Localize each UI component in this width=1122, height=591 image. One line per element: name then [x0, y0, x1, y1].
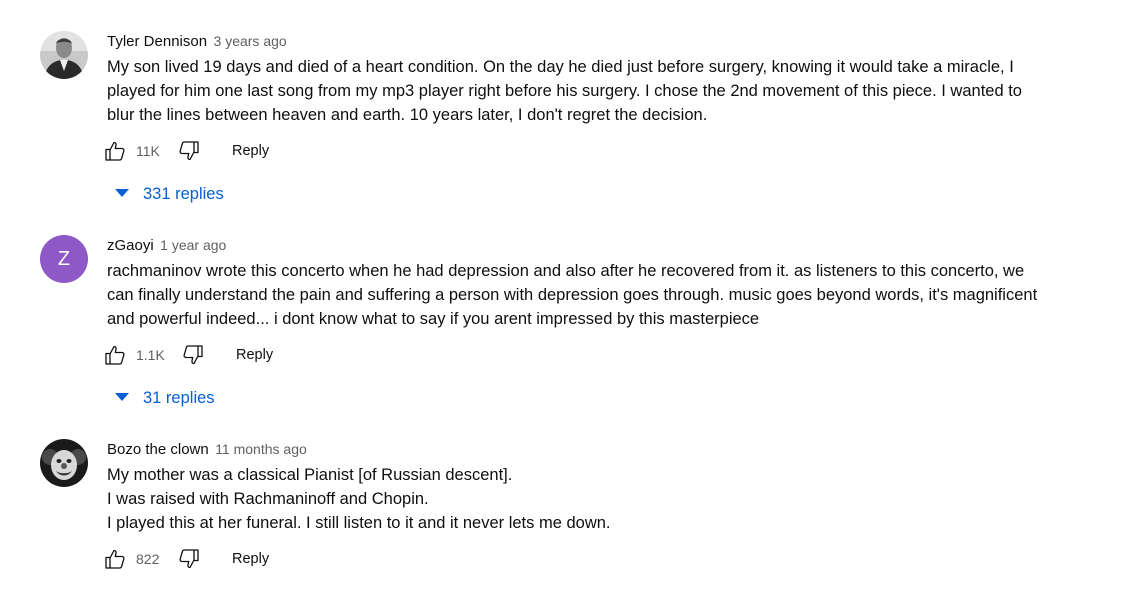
like-button[interactable]: [103, 343, 127, 367]
thumbs-down-icon: [183, 345, 203, 365]
comment-line: I played this at her funeral. I still li…: [107, 514, 611, 532]
comment-text: rachmaninov wrote this concerto when he …: [107, 259, 1097, 331]
thumbs-up-icon: [105, 345, 125, 365]
avatar[interactable]: Z: [40, 235, 88, 283]
reply-button[interactable]: Reply: [232, 547, 269, 571]
comment-content: Tyler Dennison 3 years ago My son lived …: [105, 31, 1097, 163]
comment-content: Bozo the clown 11 months ago My mother w…: [105, 439, 1097, 571]
comment-line: played for him one last song from my mp3…: [107, 82, 1022, 100]
comment-line: My son lived 19 days and died of a heart…: [107, 58, 1014, 76]
avatar[interactable]: [40, 439, 88, 487]
replies-count: 331 replies: [143, 185, 224, 203]
comment-timestamp[interactable]: 1 year ago: [160, 237, 226, 253]
author-name[interactable]: Bozo the clown: [107, 441, 209, 458]
like-button[interactable]: [103, 139, 127, 163]
comment-line: can finally understand the pain and suff…: [107, 286, 1038, 304]
clown-photo-avatar-icon: [40, 439, 88, 487]
thumbs-down-icon: [179, 549, 199, 569]
view-replies-button[interactable]: 331 replies: [115, 182, 224, 206]
comment-actions: 1.1K Reply: [103, 343, 1097, 367]
avatar[interactable]: [40, 31, 88, 79]
like-count: 11K: [136, 143, 160, 159]
comment-content: zGaoyi 1 year ago rachmaninov wrote this…: [105, 235, 1097, 367]
dislike-button[interactable]: [181, 343, 205, 367]
chevron-down-icon: [115, 189, 129, 197]
avatar-letter: Z: [57, 247, 71, 270]
comment-line: My mother was a classical Pianist [of Ru…: [107, 466, 513, 484]
view-replies-button[interactable]: 31 replies: [115, 386, 215, 410]
reply-button[interactable]: Reply: [236, 343, 273, 367]
thumbs-up-icon: [105, 141, 125, 161]
comment-timestamp[interactable]: 3 years ago: [214, 33, 287, 49]
comment-header: Tyler Dennison 3 years ago: [107, 31, 1097, 51]
comment-timestamp[interactable]: 11 months ago: [215, 441, 307, 457]
comment-text: My mother was a classical Pianist [of Ru…: [107, 463, 1097, 535]
chevron-down-icon: [115, 393, 129, 401]
like-button[interactable]: [103, 547, 127, 571]
like-count: 1.1K: [136, 347, 165, 363]
comment-line: rachmaninov wrote this concerto when he …: [107, 262, 1025, 280]
comment-line: blur the lines between heaven and earth.…: [107, 106, 708, 124]
thumbs-up-icon: [105, 549, 125, 569]
author-name[interactable]: Tyler Dennison: [107, 33, 207, 50]
comment-header: zGaoyi 1 year ago: [107, 235, 1097, 255]
replies-count: 31 replies: [143, 389, 215, 407]
author-name[interactable]: zGaoyi: [107, 237, 154, 254]
dislike-button[interactable]: [177, 139, 201, 163]
comment-text: My son lived 19 days and died of a heart…: [107, 55, 1097, 127]
reply-button[interactable]: Reply: [232, 139, 269, 163]
comment-header: Bozo the clown 11 months ago: [107, 439, 1097, 459]
comment-line: and powerful indeed... i dont know what …: [107, 310, 760, 328]
comment-actions: 11K Reply: [103, 139, 1097, 163]
comment-actions: 822 Reply: [103, 547, 1097, 571]
thumbs-down-icon: [179, 141, 199, 161]
dislike-button[interactable]: [177, 547, 201, 571]
like-count: 822: [136, 551, 160, 567]
comment-line: I was raised with Rachmaninoff and Chopi…: [107, 490, 429, 508]
person-photo-avatar-icon: [40, 31, 88, 79]
